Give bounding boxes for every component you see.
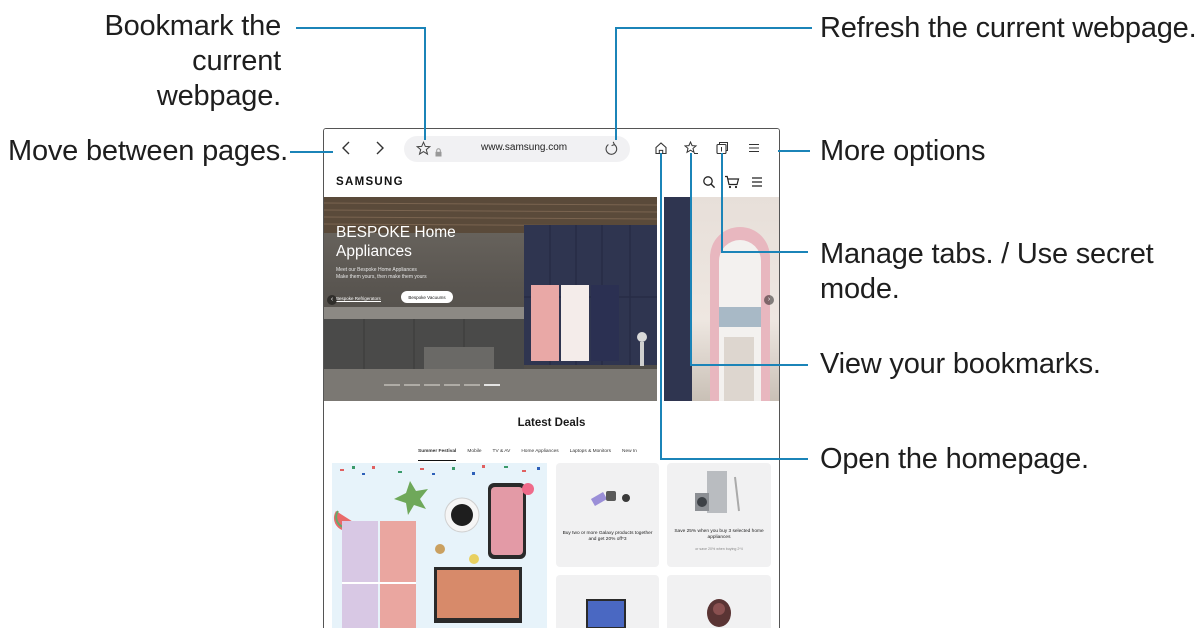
deal-card-home-appliances[interactable]: Save 25% when you buy 3 selected home ap… [667,463,771,567]
hero-next-slide[interactable]: › [664,197,779,401]
site-cart-button[interactable] [724,175,740,194]
hero-banner[interactable]: BESPOKE Home Appliances Meet our Bespoke… [324,197,657,401]
hero-title: BESPOKE Home Appliances [336,223,456,261]
callout-manage-tabs: Manage tabs. / Use secret mode. [820,237,1154,307]
deal-card-buds[interactable] [667,575,771,628]
tabs-icon [716,142,728,155]
hero-title-line1: BESPOKE Home [336,224,456,241]
deal-tab-new-in[interactable]: New In [622,449,637,461]
callout-view-bookmarks: View your bookmarks. [820,347,1101,382]
hero-subtitle: Meet our Bespoke Home Appliances Make th… [336,267,466,281]
deal-tab-tv-av[interactable]: TV & AV [493,449,511,461]
summer-festival-promo-image [333,465,540,628]
callout-bookmark-line2: webpage. [156,80,281,112]
deal-card-home-appliances-fine: or save 20% when buying 2*4 [695,547,743,551]
deal-tab-summer-festival[interactable]: Summer Festival [418,449,457,461]
tabs-button[interactable] [712,138,732,158]
callout-more-options-text: More options [820,135,986,167]
deal-tab-home-appliances[interactable]: Home Appliances [521,449,558,461]
hero-next-arrow[interactable]: › [764,295,774,305]
home-button[interactable] [651,138,671,158]
home-icon [655,142,667,155]
star-list-icon [683,141,698,154]
chevron-left-icon [342,141,350,155]
galaxy-products-image [590,491,630,506]
menu-icon [752,177,762,187]
deal-card-galaxy[interactable]: Buy two or more Galaxy products together… [556,463,659,567]
callout-move-pages-text: Move between pages. [8,135,288,167]
hero-next-slide-image [664,197,770,401]
deal-card-home-appliances-text: Save 25% when you buy 3 selected home ap… [674,529,764,540]
callout-view-bookmarks-text: View your bookmarks. [820,348,1101,380]
callout-move-pages: Move between pages. [8,134,288,169]
refresh-button[interactable] [604,141,619,162]
lock-icon [435,144,442,162]
add-bookmark-button[interactable] [415,140,432,161]
browser-toolbar: www.samsung.com [324,129,779,169]
hero-subtitle-line1: Meet our Bespoke Home Appliances [336,267,417,273]
callout-open-homepage: Open the homepage. [820,442,1089,477]
deal-tab-mobile[interactable]: Mobile [467,449,481,461]
callout-manage-tabs-line2: mode. [820,273,900,305]
leader-line-bookmark [296,27,426,140]
hero-vacuums-button[interactable]: Bespoke Vacuums [401,291,453,303]
deal-card-galaxy-text: Buy two or more Galaxy products together… [562,531,653,542]
callout-refresh-text: Refresh the current webpage. [820,12,1197,44]
callout-more-options: More options [820,134,985,169]
deal-card-tv[interactable] [556,575,659,628]
home-appliances-image [695,471,740,513]
address-bar[interactable]: www.samsung.com [404,136,630,162]
callout-bookmark-line1: Bookmark the current [104,10,281,77]
menu-icon [749,143,759,153]
callout-open-homepage-text: Open the homepage. [820,443,1089,475]
cart-icon [725,175,740,189]
latest-deals-title: Latest Deals [517,417,586,429]
hero-refrigerators-link[interactable]: Bespoke Refrigerators [336,296,381,302]
browser-screen: www.samsung.com SAMSUNG BESPOKE Home App… [323,128,780,628]
hero-title-line2: Appliances [336,243,412,260]
hero-prev-arrow[interactable]: ‹ [327,295,337,305]
more-options-button[interactable] [744,138,764,158]
deal-tab-laptops-monitors[interactable]: Laptops & Monitors [570,449,611,461]
bookmarks-button[interactable] [681,138,701,158]
summer-festival-promo[interactable] [332,463,547,628]
url-text: www.samsung.com [481,142,568,153]
star-outline-icon [415,140,432,156]
callout-refresh: Refresh the current webpage. [820,11,1197,46]
hero-subtitle-line2: Make them yours, then make them yours [336,274,427,280]
chevron-right-icon [376,141,384,155]
site-header: SAMSUNG [324,169,779,197]
galaxy-buds-image [707,599,731,627]
samsung-logo[interactable]: SAMSUNG [336,176,404,188]
site-menu-button[interactable] [750,175,764,194]
tv-image [586,599,626,628]
refresh-icon [605,141,618,155]
back-button[interactable] [336,137,358,159]
search-icon [703,176,716,189]
deal-tabs: Summer Festival Mobile TV & AV Home Appl… [418,449,637,461]
leader-line-refresh [615,27,812,140]
callout-bookmark-current: Bookmark the current webpage. [8,9,281,114]
callout-manage-tabs-line1: Manage tabs. / Use secret [820,238,1154,270]
forward-button[interactable] [368,137,390,159]
site-search-button[interactable] [702,175,716,194]
